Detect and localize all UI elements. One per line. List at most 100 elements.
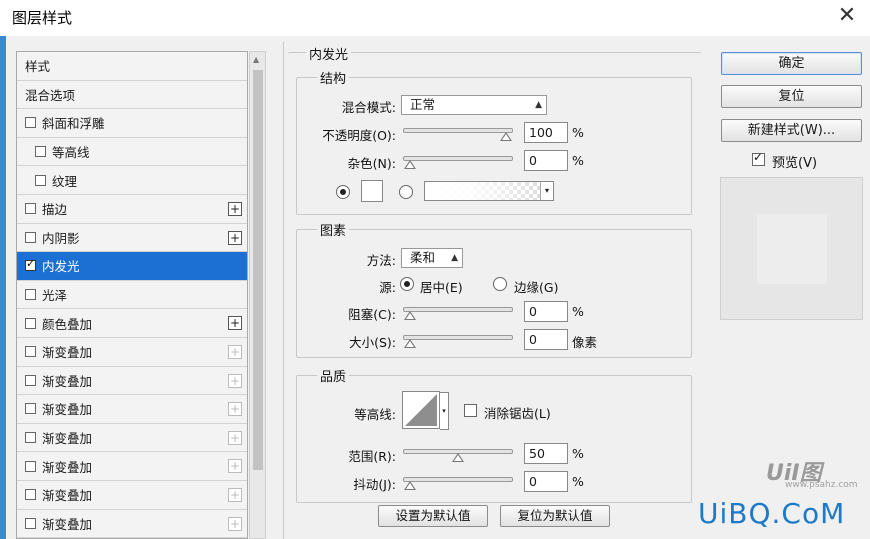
source-center-radio[interactable] xyxy=(400,277,414,291)
gradient-radio[interactable] xyxy=(399,185,413,199)
style-checkbox[interactable] xyxy=(25,489,36,501)
style-list-item[interactable]: 内阴影 + xyxy=(17,223,247,253)
style-checkbox[interactable] xyxy=(35,174,46,186)
solid-color-radio[interactable] xyxy=(336,185,350,199)
noise-input[interactable]: 0 xyxy=(524,150,568,171)
choke-input[interactable]: 0 xyxy=(524,301,568,322)
add-effect-icon[interactable]: + xyxy=(228,316,242,331)
style-list-item[interactable]: 描边 + xyxy=(17,194,247,224)
style-checkbox[interactable] xyxy=(25,317,36,329)
method-select[interactable]: 柔和 ▲ xyxy=(401,248,463,268)
range-slider-knob[interactable] xyxy=(452,453,464,462)
inner-glow-panel: 内发光 结构 混合模式: 正常 ▲ 不透明度(O): 100 % 杂色(N): … xyxy=(283,42,704,539)
add-effect-icon[interactable]: + xyxy=(228,430,242,445)
style-list-item[interactable]: 斜面和浮雕 xyxy=(17,109,247,138)
style-item-label: 纹理 xyxy=(52,173,78,189)
reset-button[interactable]: 复位 xyxy=(721,85,862,108)
style-checkbox[interactable] xyxy=(25,231,36,243)
noise-slider-knob[interactable] xyxy=(404,160,416,169)
style-list-item[interactable]: 渐变叠加 + xyxy=(17,509,247,538)
opacity-label: 不透明度(O): xyxy=(322,128,396,143)
style-checkbox[interactable] xyxy=(25,403,36,415)
jitter-input[interactable]: 0 xyxy=(524,471,568,492)
style-list-item[interactable]: 内发光 xyxy=(17,252,247,281)
style-item-label: 渐变叠加 xyxy=(42,431,93,447)
contour-dropdown-icon[interactable]: ▾ xyxy=(440,392,449,430)
jitter-label: 抖动(J): xyxy=(353,477,396,492)
jitter-slider[interactable] xyxy=(403,477,513,490)
style-list-item[interactable]: 混合选项 xyxy=(17,80,247,110)
opacity-slider-knob[interactable] xyxy=(500,132,512,141)
size-input[interactable]: 0 xyxy=(524,329,568,350)
contour-picker[interactable]: ▾ xyxy=(402,391,449,430)
style-checkbox[interactable] xyxy=(25,117,36,129)
style-checkbox[interactable] xyxy=(25,346,36,358)
glow-gradient-picker[interactable]: ▾ xyxy=(424,181,554,201)
style-list-item[interactable]: 渐变叠加 + xyxy=(17,337,247,367)
style-checkbox[interactable] xyxy=(25,432,36,444)
choke-slider[interactable] xyxy=(403,307,513,320)
watermark-url: www.psahz.com xyxy=(785,480,858,490)
reset-default-button[interactable]: 复位为默认值 xyxy=(500,505,610,527)
style-checkbox[interactable] xyxy=(25,374,36,386)
add-effect-icon[interactable]: + xyxy=(228,516,242,531)
style-list-item[interactable]: 纹理 xyxy=(17,166,247,195)
ok-button[interactable]: 确定 xyxy=(721,52,862,75)
style-list-item[interactable]: 颜色叠加 + xyxy=(17,309,247,338)
range-input[interactable]: 50 xyxy=(524,443,568,464)
style-checkbox[interactable] xyxy=(25,257,36,272)
left-accent-bar xyxy=(0,36,6,539)
jitter-slider-knob[interactable] xyxy=(404,481,416,490)
style-list-scrollbar[interactable]: ▲ xyxy=(249,51,266,539)
style-list-item[interactable]: 光泽 xyxy=(17,280,247,310)
style-checkbox[interactable] xyxy=(25,517,36,529)
style-item-label: 渐变叠加 xyxy=(42,373,93,389)
scroll-thumb[interactable] xyxy=(253,70,263,470)
style-list-item[interactable]: 样式 xyxy=(17,52,247,81)
add-effect-icon[interactable]: + xyxy=(228,402,242,417)
source-edge-radio[interactable] xyxy=(493,277,507,291)
opacity-slider[interactable] xyxy=(403,128,513,141)
choke-slider-knob[interactable] xyxy=(404,311,416,320)
size-slider-knob[interactable] xyxy=(404,339,416,348)
style-list-item[interactable]: 渐变叠加 + xyxy=(17,480,247,510)
source-label: 源: xyxy=(379,280,396,295)
noise-slider[interactable] xyxy=(403,156,513,169)
style-checkbox[interactable] xyxy=(25,289,36,301)
add-effect-icon[interactable]: + xyxy=(228,373,242,388)
contour-curve-icon xyxy=(405,394,437,426)
style-item-label: 渐变叠加 xyxy=(42,402,93,418)
new-style-button[interactable]: 新建样式(W)... xyxy=(721,119,862,142)
preview-label: 预览(V) xyxy=(772,156,818,171)
preview-checkbox[interactable] xyxy=(752,150,765,166)
style-list-item[interactable]: 渐变叠加 + xyxy=(17,423,247,453)
add-effect-icon[interactable]: + xyxy=(228,201,242,216)
jitter-unit: % xyxy=(572,474,584,489)
source-edge-label: 边缘(G) xyxy=(514,280,559,295)
noise-label: 杂色(N): xyxy=(347,156,396,171)
contour-label: 等高线: xyxy=(354,407,396,422)
antialias-checkbox[interactable] xyxy=(464,404,477,417)
add-effect-icon[interactable]: + xyxy=(228,459,242,474)
close-icon[interactable]: ✕ xyxy=(834,4,860,30)
gradient-dropdown-icon[interactable]: ▾ xyxy=(540,182,553,200)
style-list-item[interactable]: 等高线 xyxy=(17,137,247,167)
blend-mode-select[interactable]: 正常 ▲ xyxy=(401,95,547,115)
add-effect-icon[interactable]: + xyxy=(228,230,242,245)
style-list-item[interactable]: 渐变叠加 + xyxy=(17,366,247,396)
set-default-button[interactable]: 设置为默认值 xyxy=(378,505,488,527)
style-checkbox[interactable] xyxy=(25,460,36,472)
style-item-label: 描边 xyxy=(42,202,68,218)
style-checkbox[interactable] xyxy=(25,203,36,215)
size-slider[interactable] xyxy=(403,335,513,348)
scroll-up-icon[interactable]: ▲ xyxy=(253,55,259,64)
range-slider[interactable] xyxy=(403,449,513,462)
glow-color-swatch[interactable] xyxy=(361,180,383,202)
style-list-item[interactable]: 渐变叠加 + xyxy=(17,452,247,481)
style-checkbox[interactable] xyxy=(35,146,46,158)
add-effect-icon[interactable]: + xyxy=(228,487,242,502)
style-list-item[interactable]: 渐变叠加 + xyxy=(17,395,247,424)
add-effect-icon[interactable]: + xyxy=(228,344,242,359)
opacity-input[interactable]: 100 xyxy=(524,122,568,143)
style-item-label: 颜色叠加 xyxy=(42,316,93,332)
